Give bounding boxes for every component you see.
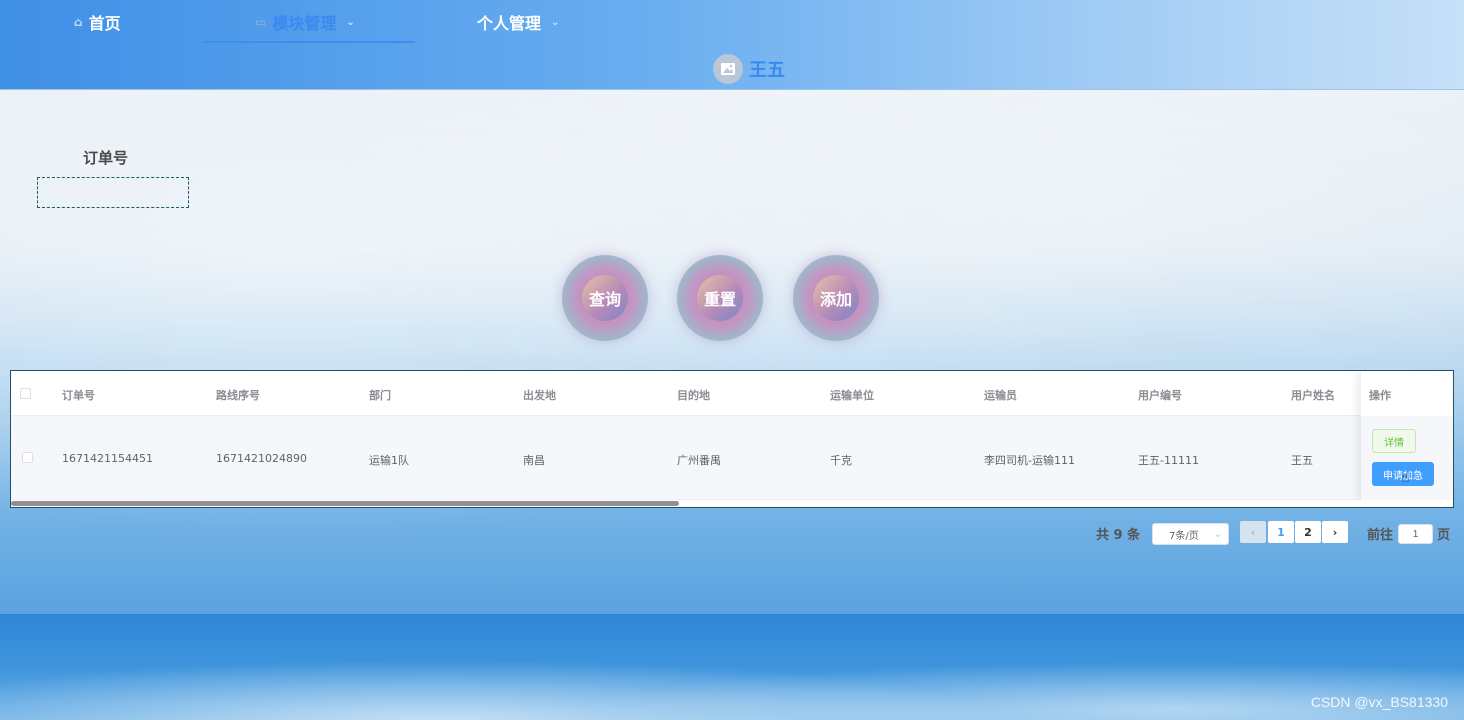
chevron-down-icon: ⌄ [551,16,560,28]
goto-page-input[interactable] [1398,524,1433,544]
reset-button-label: 重置 [697,275,743,321]
detail-button[interactable]: 详情 [1372,429,1416,453]
chevron-left-icon: ‹ [1250,525,1256,539]
query-button[interactable]: 查询 [562,255,648,341]
folder-icon: ▭ [255,15,267,29]
background-image [0,614,1464,720]
chevron-down-icon: ⌄ [346,16,355,28]
pagination: 共 9 条 7条/页 ⌄ ‹ 1 2 › 前往 页 [1096,521,1456,545]
column-header: 路线序号 [216,389,260,402]
select-all-checkbox[interactable] [20,388,31,399]
home-icon: ⌂ [74,15,83,29]
cell-user-id: 王五-11111 [1138,454,1199,467]
cell-destination: 广州番禺 [677,454,721,467]
column-header: 运输单位 [830,389,874,402]
cell-origin: 南昌 [523,454,545,467]
actions-column: 操作 详情 申请加急 ☝ [1361,371,1453,500]
prev-page-button[interactable]: ‹ [1240,521,1266,543]
table-header: 订单号 路线序号 部门 出发地 目的地 运输单位 运输员 用户编号 用户姓名 [11,371,1453,416]
top-nav-bar: ⌂ 首页 ▭ 模块管理 ⌄ 个人管理 ⌄ 王五 [0,0,1464,90]
column-header: 部门 [369,389,391,402]
page-suffix: 页 [1437,528,1451,543]
table-row[interactable]: 1671421154451 1671421024890 运输1队 南昌 广州番禺… [11,416,1453,500]
page-size-select[interactable]: 7条/页 ⌄ [1152,523,1229,545]
cell-route-no: 1671421024890 [216,452,307,465]
cell-transporter: 李四司机-运输111 [984,454,1075,467]
next-page-button[interactable]: › [1322,521,1348,543]
scrollbar-thumb[interactable] [11,501,679,506]
goto-label: 前往 [1367,528,1394,543]
nav-module-label: 模块管理 [272,14,337,33]
image-icon [721,63,735,75]
nav-active-indicator [204,41,415,43]
query-button-label: 查询 [582,275,628,321]
column-header: 用户姓名 [1291,389,1335,402]
add-button-label: 添加 [813,275,859,321]
nav-personal-label: 个人管理 [477,14,542,33]
cell-department: 运输1队 [369,454,409,467]
row-checkbox[interactable] [22,452,33,463]
total-count: 共 9 条 [1096,528,1141,543]
page-number-button[interactable]: 2 [1295,521,1321,543]
actions-cell: 详情 申请加急 ☝ [1361,416,1453,500]
chevron-right-icon: › [1332,525,1338,539]
nav-home-label: 首页 [88,14,121,33]
nav-personal-management[interactable]: 个人管理 ⌄ [477,10,559,34]
user-menu[interactable]: 王五 [713,54,785,84]
column-header: 订单号 [62,389,95,402]
add-button[interactable]: 添加 [793,255,879,341]
column-header: 目的地 [677,389,710,402]
page-number-button[interactable]: 1 [1268,521,1294,543]
cell-order-no: 1671421154451 [62,452,153,465]
column-header: 用户编号 [1138,389,1182,402]
search-order-label: 订单号 [83,149,129,167]
order-number-input[interactable] [37,177,189,208]
data-table: 订单号 路线序号 部门 出发地 目的地 运输单位 运输员 用户编号 用户姓名 1… [10,370,1454,508]
cell-transport-unit: 千克 [830,454,852,467]
reset-button[interactable]: 重置 [677,255,763,341]
column-header: 出发地 [523,389,556,402]
avatar [713,54,743,84]
pointer-cursor-icon: ☝ [1401,470,1410,486]
cell-user-name: 王五 [1291,454,1313,467]
horizontal-scrollbar[interactable] [11,500,1453,507]
column-header: 运输员 [984,389,1017,402]
chevron-down-icon: ⌄ [1213,528,1222,540]
column-header: 操作 [1369,389,1391,402]
nav-module-management[interactable]: ▭ 模块管理 ⌄ [255,10,355,34]
watermark: CSDN @vx_BS81330 [1310,694,1448,710]
user-name: 王五 [749,60,785,81]
page-size-value: 7条/页 [1169,530,1199,542]
nav-home[interactable]: ⌂ 首页 [74,10,121,34]
